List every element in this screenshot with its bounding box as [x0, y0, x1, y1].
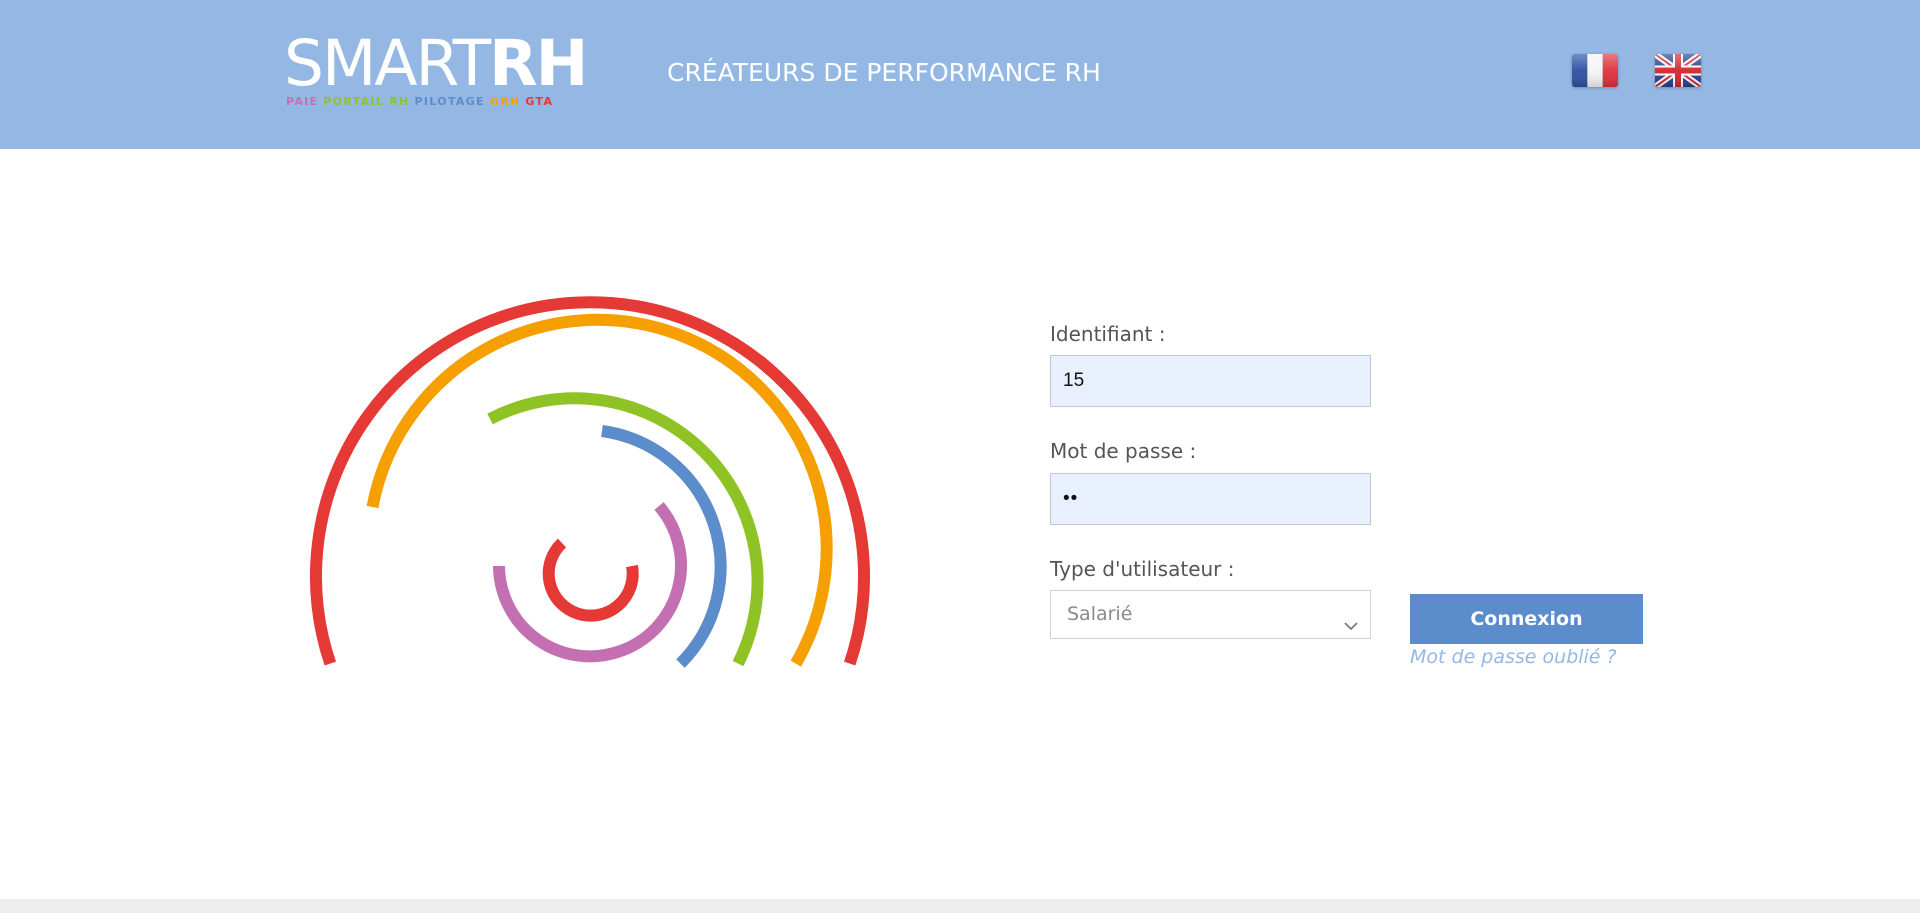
footer-bar: [0, 899, 1920, 913]
rainbow-arcs-illustration: [310, 296, 870, 668]
password-input[interactable]: ••: [1050, 473, 1371, 525]
logo-product-portail: PORTAIL RH: [323, 95, 410, 108]
arc-red-outer: [310, 296, 870, 666]
user-type-select[interactable]: Salarié: [1050, 590, 1371, 639]
arc-red-inner: [542, 538, 639, 622]
password-label: Mot de passe :: [1050, 439, 1197, 463]
logo-rh: RH: [489, 27, 588, 100]
logo-smart: SMART: [284, 27, 491, 100]
tagline: CRÉATEURS DE PERFORMANCE RH: [667, 58, 1101, 87]
chevron-down-icon: [1342, 606, 1360, 653]
identifiant-input[interactable]: [1050, 355, 1371, 407]
arc-purple: [493, 502, 687, 663]
user-type-selected-value: Salarié: [1067, 603, 1133, 625]
logo-product-gta: GTA: [525, 95, 554, 108]
uk-flag-icon[interactable]: [1655, 54, 1701, 87]
user-type-label: Type d'utilisateur :: [1050, 557, 1235, 581]
logo-product-paie: PAIE: [286, 95, 319, 108]
connexion-button[interactable]: Connexion: [1410, 594, 1643, 644]
smartrh-logo: SMARTRH PAIE PORTAIL RH PILOTAGE GRH GTA: [284, 32, 588, 112]
forgot-password-link[interactable]: Mot de passe oublié ?: [1410, 646, 1617, 668]
logo-wordmark: SMARTRH: [284, 32, 588, 96]
logo-products: PAIE PORTAIL RH PILOTAGE GRH GTA: [286, 95, 558, 108]
identifiant-label: Identifiant :: [1050, 322, 1166, 346]
french-flag-icon[interactable]: [1572, 54, 1618, 87]
logo-product-grh: GRH: [489, 95, 521, 108]
header-bar: SMARTRH PAIE PORTAIL RH PILOTAGE GRH GTA CRÉ…: [0, 0, 1920, 149]
logo-product-pilotage: PILOTAGE: [414, 95, 485, 108]
